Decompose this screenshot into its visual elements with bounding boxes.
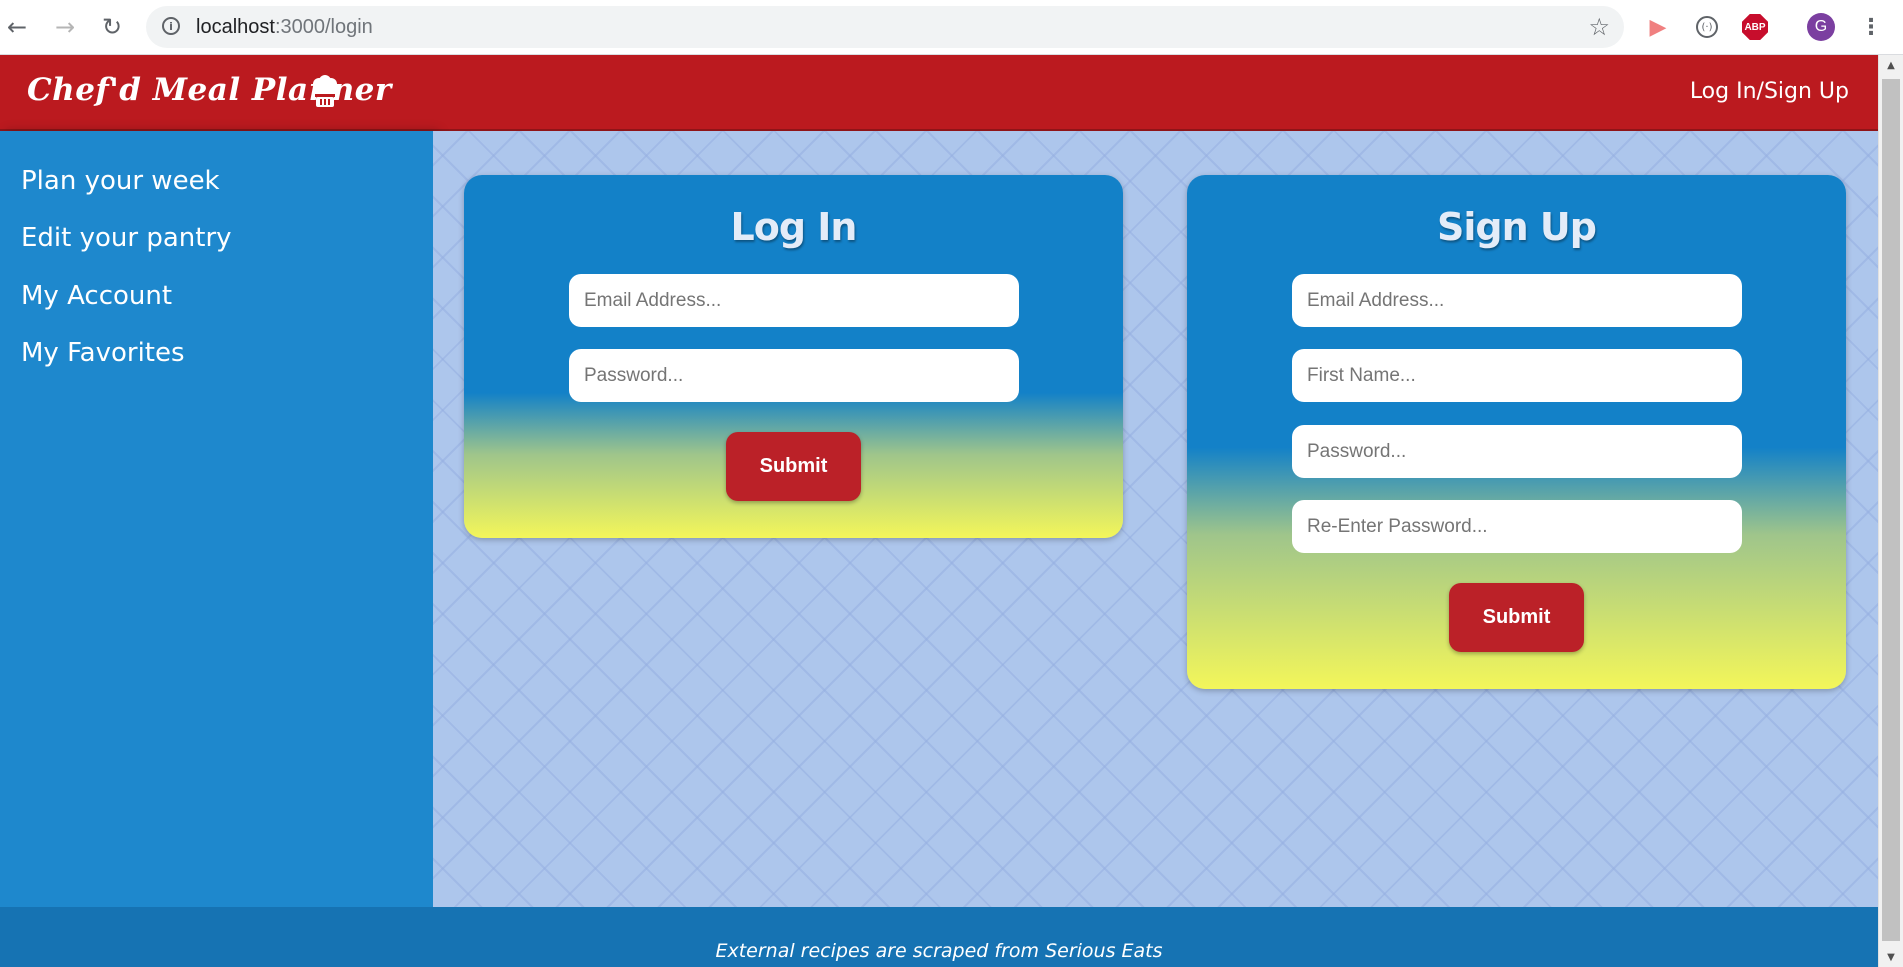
login-password-input[interactable]	[569, 349, 1019, 402]
profile-avatar[interactable]: G	[1807, 13, 1835, 41]
address-bar[interactable]: i localhost:3000/login ☆	[146, 6, 1624, 48]
page-scrollbar[interactable]: ▲ ▼	[1878, 55, 1903, 967]
login-submit-button[interactable]: Submit	[726, 432, 861, 501]
browser-menu-icon[interactable]: ⋮	[1857, 13, 1885, 41]
chef-hat-icon	[310, 75, 340, 117]
sidebar-item-plan-week[interactable]: Plan your week	[21, 166, 220, 196]
info-icon[interactable]: i	[162, 17, 180, 35]
url-text[interactable]: localhost:3000/login	[196, 16, 373, 39]
sidebar-item-edit-pantry[interactable]: Edit your pantry	[21, 223, 232, 253]
url-host: localhost	[196, 16, 275, 38]
adblock-extension-icon[interactable]: ABP	[1741, 13, 1769, 41]
signup-email-input[interactable]	[1292, 274, 1742, 327]
cast-extension-icon[interactable]: ▶	[1644, 13, 1672, 41]
scroll-up-arrow-icon[interactable]: ▲	[1879, 55, 1903, 75]
signup-reenter-password-input[interactable]	[1292, 500, 1742, 553]
reload-icon[interactable]: ↻	[97, 12, 127, 42]
signup-submit-button[interactable]: Submit	[1449, 583, 1584, 652]
avatar-letter: G	[1807, 13, 1835, 41]
dev-tools-extension-icon[interactable]: (·)	[1693, 13, 1721, 41]
back-arrow-icon[interactable]: ←	[2, 12, 32, 42]
signup-card: Sign Up Submit	[1187, 175, 1846, 689]
sidebar-item-my-favorites[interactable]: My Favorites	[21, 338, 185, 368]
footer-text: External recipes are scraped from Seriou…	[715, 940, 1163, 962]
login-title: Log In	[730, 205, 858, 249]
browser-toolbar: ← → ↻ i localhost:3000/login ☆ ▶ (·) ABP…	[0, 0, 1903, 55]
signup-password-input[interactable]	[1292, 425, 1742, 478]
sidebar: Plan your week Edit your pantry My Accou…	[0, 131, 433, 911]
sidebar-item-my-account[interactable]: My Account	[21, 281, 172, 311]
bookmark-star-icon[interactable]: ☆	[1588, 13, 1610, 41]
scroll-down-arrow-icon[interactable]: ▼	[1879, 947, 1903, 967]
abp-label: ABP	[1742, 14, 1768, 40]
app-header: Chef'd Meal Planner Log In/Sign Up	[0, 55, 1878, 131]
login-email-input[interactable]	[569, 274, 1019, 327]
scroll-thumb[interactable]	[1882, 79, 1900, 941]
signup-first-name-input[interactable]	[1292, 349, 1742, 402]
signup-title: Sign Up	[1437, 205, 1597, 249]
login-card: Log In Submit	[464, 175, 1123, 538]
login-signup-link[interactable]: Log In/Sign Up	[1690, 79, 1849, 104]
forward-arrow-icon[interactable]: →	[50, 12, 80, 42]
url-path: :3000/login	[274, 16, 373, 38]
